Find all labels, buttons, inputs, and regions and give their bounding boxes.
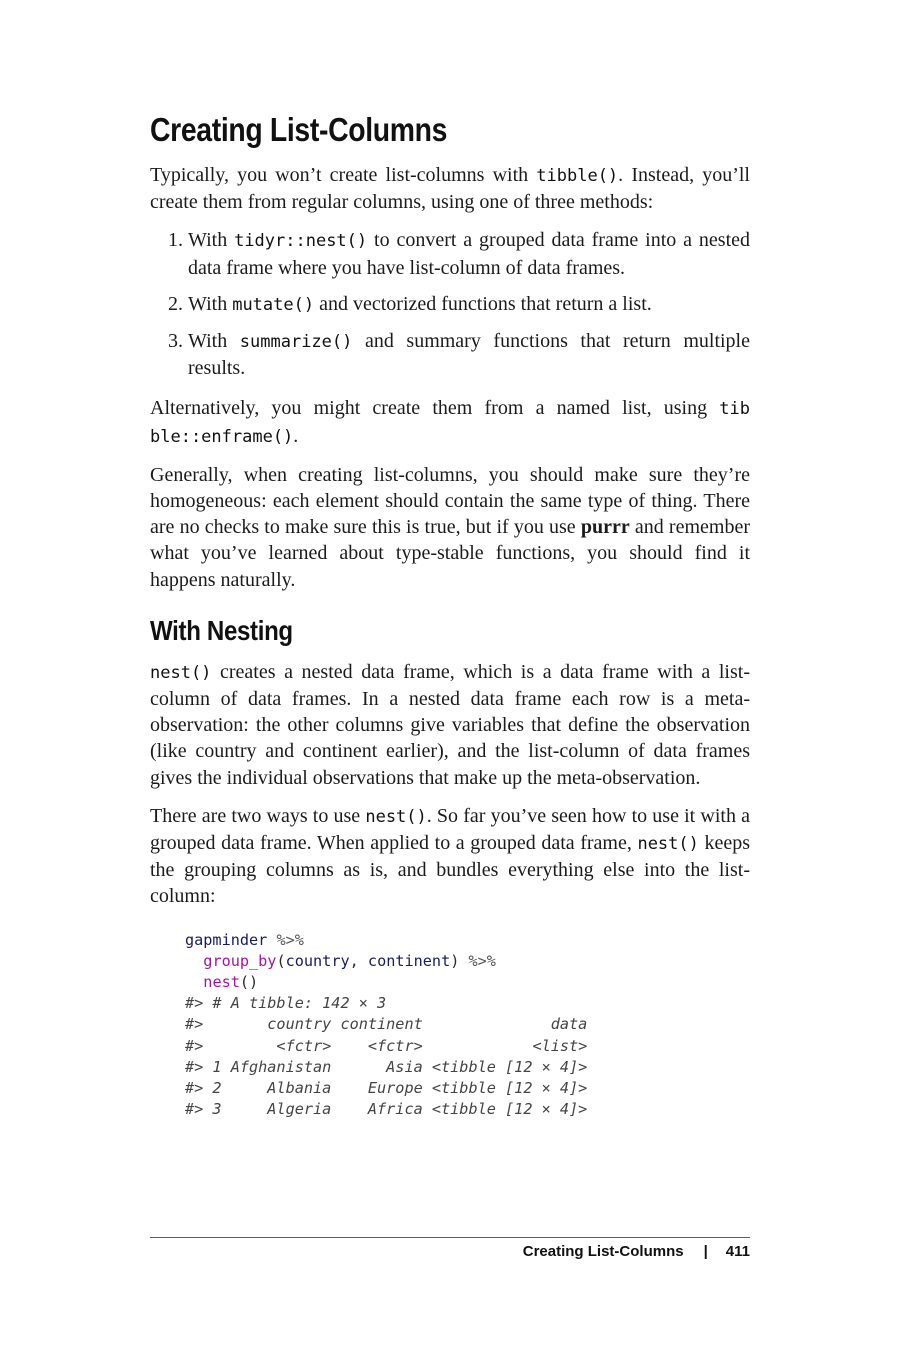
subsection-title: With Nesting: [150, 614, 293, 646]
page-footer: Creating List-Columns | 411: [523, 1243, 750, 1260]
code-block: gapminder %>% group_by(country, continen…: [185, 930, 588, 1119]
footer-separator: |: [703, 1243, 708, 1260]
inline-code: mutate(): [232, 294, 315, 315]
code-operator: %>%: [459, 951, 496, 970]
code-output-line: #> # A tibble: 142 × 3: [185, 994, 387, 1013]
inline-code: nest(): [637, 834, 699, 855]
code-function: group_by: [203, 951, 277, 970]
page-number: 411: [725, 1243, 750, 1260]
nest-paragraph: nest() creates a nested data frame, whic…: [150, 660, 750, 789]
code-output-line: #> 3 Algeria Africa <tibble [12 × 4]>: [185, 1100, 588, 1119]
code-identifier: gapminder: [185, 930, 268, 949]
code-output-line: #> 2 Albania Europe <tibble [12 × 4]>: [185, 1079, 588, 1098]
inline-code: nest(): [150, 662, 212, 683]
methods-list: With tidyr::nest() to convert a grouped …: [150, 227, 750, 381]
section-title: Creating List-Columns: [150, 111, 448, 148]
alternative-paragraph: Alternatively, you might create them fro…: [150, 397, 750, 447]
running-head: Creating List-Columns: [522, 1243, 684, 1260]
inline-code: tibble(): [536, 166, 619, 186]
page-content: Creating List-Columns Typically, you won…: [150, 108, 750, 1121]
code-function: nest: [203, 973, 240, 992]
code-operator: %>%: [267, 930, 304, 949]
inline-code: nest(): [365, 806, 427, 827]
list-item: With summarize() and summary functions t…: [188, 328, 750, 381]
code-output-line: #> <fctr> <fctr> <list>: [185, 1036, 588, 1055]
package-name: purrr: [580, 516, 630, 539]
list-item: With tidyr::nest() to convert a grouped …: [188, 227, 750, 280]
code-output-line: #> 1 Afghanistan Asia <tibble [12 × 4]>: [185, 1057, 588, 1076]
general-paragraph: Generally, when creating list-columns, y…: [150, 463, 750, 591]
footer-rule: [150, 1237, 750, 1238]
inline-code: tidyr::nest(): [234, 231, 368, 252]
two-ways-paragraph: There are two ways to use nest(). So far…: [150, 804, 750, 908]
list-item: With mutate() and vectorized functions t…: [188, 291, 750, 318]
intro-paragraph: Typically, you won’t create list-columns…: [150, 164, 750, 214]
code-output-line: #> country continent data: [185, 1015, 588, 1034]
inline-code: summarize(): [239, 332, 353, 353]
